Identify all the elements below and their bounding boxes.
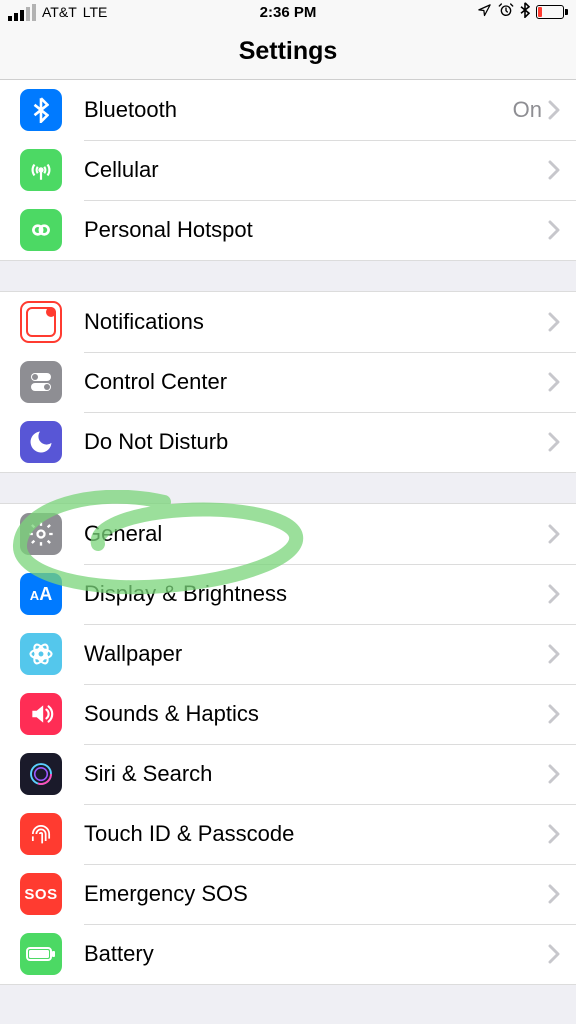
row-dnd[interactable]: Do Not Disturb bbox=[0, 412, 576, 472]
row-battery[interactable]: Battery bbox=[0, 924, 576, 984]
chevron-right-icon bbox=[548, 220, 560, 240]
chevron-right-icon bbox=[548, 584, 560, 604]
dnd-icon bbox=[20, 421, 62, 463]
hotspot-icon bbox=[20, 209, 62, 251]
status-bar: AT&T LTE 2:36 PM bbox=[0, 0, 576, 24]
cellular-icon bbox=[20, 149, 62, 191]
chevron-right-icon bbox=[548, 884, 560, 904]
row-bluetooth[interactable]: Bluetooth On bbox=[0, 80, 576, 140]
bluetooth-icon bbox=[20, 89, 62, 131]
chevron-right-icon bbox=[548, 312, 560, 332]
chevron-right-icon bbox=[548, 824, 560, 844]
settings-table: Bluetooth On Cellular Personal Hotspot bbox=[0, 80, 576, 985]
row-sounds[interactable]: Sounds & Haptics bbox=[0, 684, 576, 744]
row-hotspot[interactable]: Personal Hotspot bbox=[0, 200, 576, 260]
page-title: Settings bbox=[239, 37, 338, 66]
bluetooth-status-icon bbox=[520, 2, 530, 22]
section-general: General AA Display & Brightness Wallpape… bbox=[0, 503, 576, 985]
row-cellular-label: Cellular bbox=[84, 157, 159, 183]
clock-label: 2:36 PM bbox=[260, 4, 317, 21]
battery-icon bbox=[536, 5, 568, 19]
chevron-right-icon bbox=[548, 100, 560, 120]
row-controlcenter[interactable]: Control Center bbox=[0, 352, 576, 412]
row-wallpaper[interactable]: Wallpaper bbox=[0, 624, 576, 684]
notifications-icon bbox=[20, 301, 62, 343]
controlcenter-icon bbox=[20, 361, 62, 403]
row-sos-label: Emergency SOS bbox=[84, 881, 248, 907]
row-display-label: Display & Brightness bbox=[84, 581, 287, 607]
row-siri[interactable]: Siri & Search bbox=[0, 744, 576, 804]
network-label: LTE bbox=[83, 4, 108, 20]
row-notifications-label: Notifications bbox=[84, 309, 204, 335]
nav-header: Settings bbox=[0, 24, 576, 80]
row-bluetooth-value: On bbox=[513, 97, 542, 123]
row-notifications[interactable]: Notifications bbox=[0, 292, 576, 352]
location-icon bbox=[477, 3, 492, 22]
chevron-right-icon bbox=[548, 432, 560, 452]
chevron-right-icon bbox=[548, 372, 560, 392]
row-dnd-label: Do Not Disturb bbox=[84, 429, 228, 455]
row-wallpaper-label: Wallpaper bbox=[84, 641, 182, 667]
row-controlcenter-label: Control Center bbox=[84, 369, 227, 395]
row-general-label: General bbox=[84, 521, 162, 547]
chevron-right-icon bbox=[548, 524, 560, 544]
chevron-right-icon bbox=[548, 704, 560, 724]
sos-icon: SOS bbox=[20, 873, 62, 915]
general-icon bbox=[20, 513, 62, 555]
row-general[interactable]: General bbox=[0, 504, 576, 564]
row-display[interactable]: AA Display & Brightness bbox=[0, 564, 576, 624]
row-siri-label: Siri & Search bbox=[84, 761, 212, 787]
chevron-right-icon bbox=[548, 644, 560, 664]
battery-row-icon bbox=[20, 933, 62, 975]
row-sounds-label: Sounds & Haptics bbox=[84, 701, 259, 727]
carrier-label: AT&T bbox=[42, 4, 77, 20]
row-battery-label: Battery bbox=[84, 941, 154, 967]
chevron-right-icon bbox=[548, 764, 560, 784]
display-icon: AA bbox=[20, 573, 62, 615]
sounds-icon bbox=[20, 693, 62, 735]
row-cellular[interactable]: Cellular bbox=[0, 140, 576, 200]
siri-icon bbox=[20, 753, 62, 795]
row-sos[interactable]: SOS Emergency SOS bbox=[0, 864, 576, 924]
section-notifications: Notifications Control Center Do Not Dist… bbox=[0, 291, 576, 473]
section-connectivity: Bluetooth On Cellular Personal Hotspot bbox=[0, 80, 576, 261]
chevron-right-icon bbox=[548, 160, 560, 180]
alarm-icon bbox=[498, 2, 514, 22]
touchid-icon bbox=[20, 813, 62, 855]
chevron-right-icon bbox=[548, 944, 560, 964]
row-touchid-label: Touch ID & Passcode bbox=[84, 821, 294, 847]
row-hotspot-label: Personal Hotspot bbox=[84, 217, 253, 243]
signal-strength-icon bbox=[8, 4, 36, 21]
wallpaper-icon bbox=[20, 633, 62, 675]
row-bluetooth-label: Bluetooth bbox=[84, 97, 177, 123]
row-touchid[interactable]: Touch ID & Passcode bbox=[0, 804, 576, 864]
